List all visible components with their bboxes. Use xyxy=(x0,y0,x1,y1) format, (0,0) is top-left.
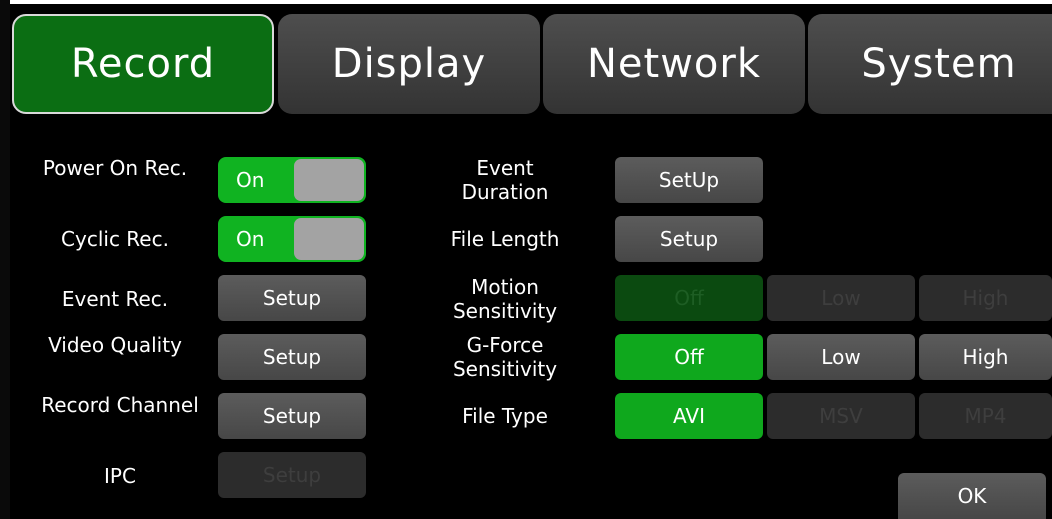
gforce-sensitivity-off-button[interactable]: Off xyxy=(615,334,763,380)
ipc-setup-button: Setup xyxy=(218,452,366,498)
ipc-label: IPC xyxy=(104,464,136,488)
event-rec-label: Event Rec. xyxy=(61,287,169,311)
settings-screen: Record Display Network System Power On R… xyxy=(0,0,1052,519)
power-on-rec-toggle[interactable]: On xyxy=(218,157,366,203)
motion-sensitivity-off-button: Off xyxy=(615,275,763,321)
video-quality-label: Video Quality xyxy=(48,333,182,357)
file-type-mp4-button: MP4 xyxy=(919,393,1052,439)
motion-sensitivity-high-button: High xyxy=(919,275,1052,321)
toggle-knob xyxy=(294,159,364,201)
record-channel-label: Record Channel xyxy=(41,393,199,417)
video-quality-setup-button[interactable]: Setup xyxy=(218,334,366,380)
gforce-sensitivity-high-button[interactable]: High xyxy=(919,334,1052,380)
file-type-avi-button[interactable]: AVI xyxy=(615,393,763,439)
motion-sensitivity-low-button: Low xyxy=(767,275,915,321)
file-length-label: File Length xyxy=(450,227,560,251)
file-type-label: File Type xyxy=(462,404,548,428)
event-duration-label: Event Duration xyxy=(461,156,549,204)
record-channel-setup-button[interactable]: Setup xyxy=(218,393,366,439)
cyclic-rec-state: On xyxy=(236,227,265,251)
tab-network[interactable]: Network xyxy=(543,14,805,114)
power-on-rec-label: Power On Rec. xyxy=(42,156,188,180)
file-type-msv-button: MSV xyxy=(767,393,915,439)
gforce-sensitivity-label: G-Force Sensitivity xyxy=(452,333,558,381)
motion-sensitivity-label: Motion Sensitivity xyxy=(452,275,558,323)
gforce-sensitivity-low-button[interactable]: Low xyxy=(767,334,915,380)
event-duration-setup-button[interactable]: SetUp xyxy=(615,157,763,203)
tab-record[interactable]: Record xyxy=(12,14,274,114)
tab-system[interactable]: System xyxy=(808,14,1052,114)
left-border xyxy=(0,0,10,519)
power-on-rec-state: On xyxy=(236,168,265,192)
ok-button[interactable]: OK xyxy=(898,473,1046,519)
event-rec-setup-button[interactable]: Setup xyxy=(218,275,366,321)
toggle-knob xyxy=(294,218,364,260)
cyclic-rec-toggle[interactable]: On xyxy=(218,216,366,262)
top-border xyxy=(0,0,1052,4)
cyclic-rec-label: Cyclic Rec. xyxy=(61,227,169,251)
file-length-setup-button[interactable]: Setup xyxy=(615,216,763,262)
tab-display[interactable]: Display xyxy=(278,14,540,114)
